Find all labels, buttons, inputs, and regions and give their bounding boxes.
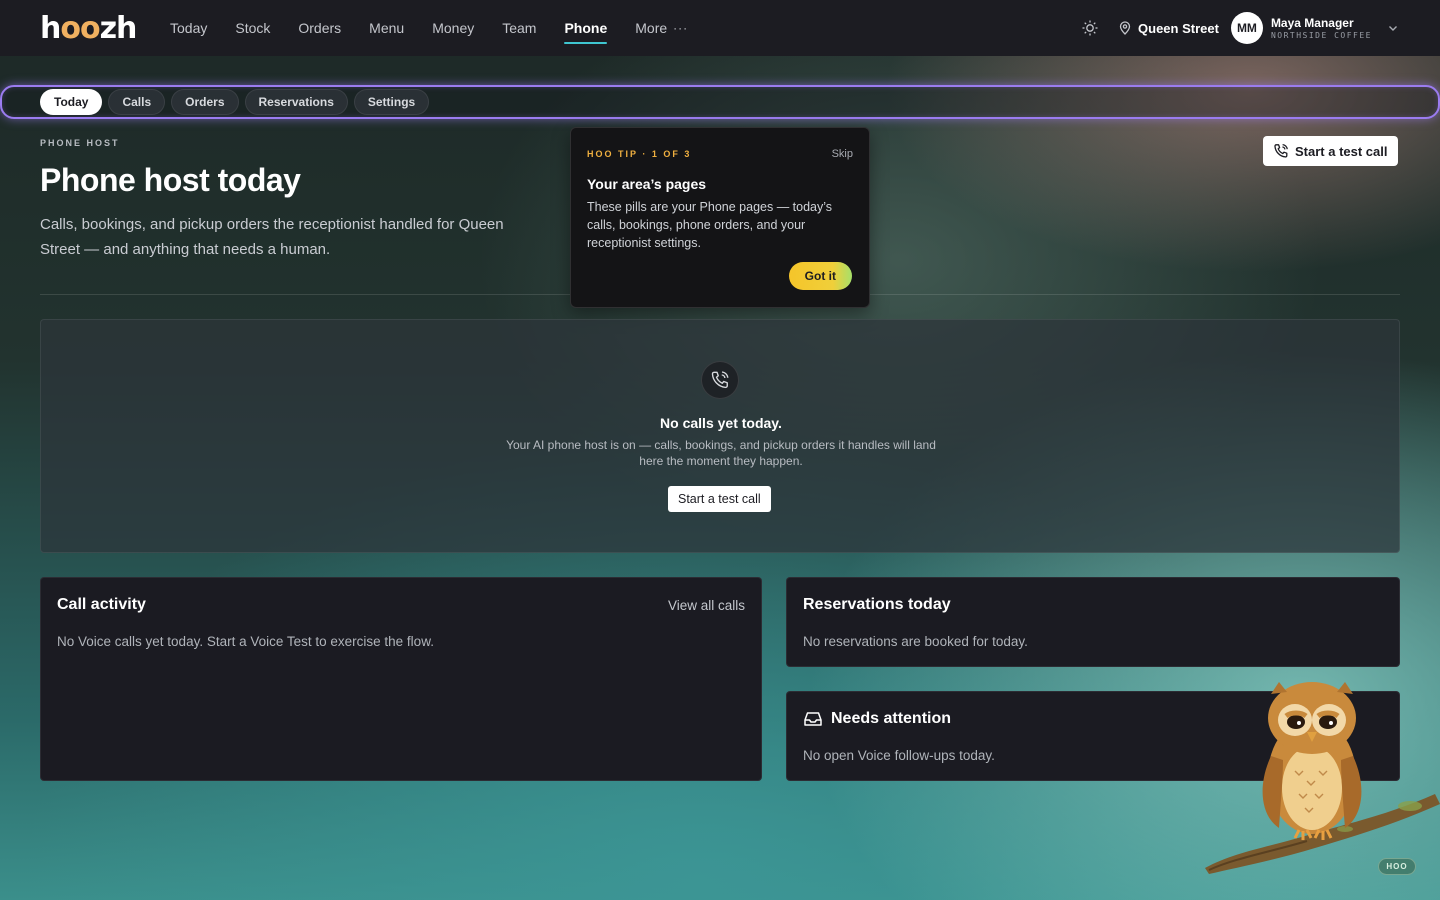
logo-zh: zh <box>99 10 138 46</box>
inbox-icon <box>803 710 823 728</box>
tip-got-it-button[interactable]: Got it <box>788 262 852 290</box>
nav-item-more[interactable]: More ··· <box>635 0 688 56</box>
start-test-call-label: Start a test call <box>1295 143 1388 159</box>
empty-calls-panel: No calls yet today. Your AI phone host i… <box>40 319 1400 553</box>
pill-orders[interactable]: Orders <box>171 89 239 115</box>
call-activity-title: Call activity <box>57 596 146 613</box>
nav-more-label: More <box>635 20 668 36</box>
sun-icon[interactable] <box>1080 18 1100 38</box>
view-all-calls-link[interactable]: View all calls <box>668 598 745 613</box>
tip-skip-button[interactable]: Skip <box>832 148 853 160</box>
location-label: Queen Street <box>1138 20 1219 36</box>
pill-settings[interactable]: Settings <box>353 89 430 115</box>
empty-start-test-call-button[interactable]: Start a test call <box>668 486 771 512</box>
reservations-today-title: Reservations today <box>803 596 951 613</box>
reservations-today-card: Reservations today No reservations are b… <box>786 577 1400 667</box>
empty-calls-description: Your AI phone host is on — calls, bookin… <box>506 438 936 468</box>
call-activity-card: Call activity View all calls No Voice ca… <box>40 577 762 781</box>
reservations-empty-text: No reservations are booked for today. <box>803 634 1028 649</box>
tip-title: Your area’s pages <box>587 176 707 192</box>
empty-calls-title: No calls yet today. <box>660 415 782 431</box>
nav-item-stock[interactable]: Stock <box>235 0 270 56</box>
user-org: NORTHSIDE COFFEE <box>1270 31 1372 40</box>
page-eyebrow: PHONE HOST <box>40 138 120 148</box>
start-test-call-button[interactable]: Start a test call <box>1263 136 1398 166</box>
hoo-mascot-badge[interactable]: HOO <box>1378 858 1416 875</box>
phone-subnav: Today Calls Orders Reservations Settings <box>0 85 1440 119</box>
location-selector[interactable]: Queen Street <box>1118 21 1219 36</box>
needs-attention-title: Needs attention <box>831 710 952 727</box>
avatar[interactable]: MM <box>1230 12 1263 44</box>
nav-item-today[interactable]: Today <box>170 0 207 56</box>
pill-calls[interactable]: Calls <box>108 89 166 115</box>
phone-call-icon <box>701 361 739 399</box>
user-info[interactable]: Maya Manager NORTHSIDE COFFEE <box>1271 16 1372 40</box>
hoo-tip-popover: HOO TIP · 1 OF 3 Skip Your area’s pages … <box>570 127 870 308</box>
nav-item-team[interactable]: Team <box>502 0 536 56</box>
nav-item-menu[interactable]: Menu <box>369 0 404 56</box>
nav-item-phone[interactable]: Phone <box>564 0 607 56</box>
logo-oo: oo <box>60 10 100 46</box>
page-title: Phone host today <box>40 162 301 198</box>
owl-mascot[interactable] <box>1195 676 1440 880</box>
logo-h: h <box>40 10 61 46</box>
tip-body: These pills are your Phone pages — today… <box>587 200 833 250</box>
phone-call-icon <box>1273 143 1289 159</box>
hoozh-logo[interactable]: h oo zh <box>40 11 170 46</box>
top-right-controls: Queen Street MM Maya Manager NORTHSIDE C… <box>1080 12 1400 44</box>
user-name: Maya Manager <box>1270 16 1354 30</box>
nav-item-orders[interactable]: Orders <box>298 0 341 56</box>
top-bar: h oo zh Today Stock Orders Menu Money Team… <box>0 0 1440 56</box>
more-dots-icon: ··· <box>673 21 689 35</box>
map-pin-icon <box>1118 21 1132 35</box>
main-nav: Today Stock Orders Menu Money Team Phone… <box>170 0 716 56</box>
nav-item-money[interactable]: Money <box>432 0 474 56</box>
chevron-down-icon[interactable] <box>1386 21 1400 35</box>
pill-today[interactable]: Today <box>40 89 103 115</box>
needs-attention-heading: Needs attention <box>803 710 951 728</box>
pill-reservations[interactable]: Reservations <box>244 89 348 115</box>
needs-attention-empty-text: No open Voice follow-ups today. <box>803 748 995 763</box>
page-description: Calls, bookings, and pickup orders the r… <box>40 216 504 258</box>
tip-eyebrow: HOO TIP · 1 OF 3 <box>587 149 692 159</box>
call-activity-empty-text: No Voice calls yet today. Start a Voice … <box>57 634 434 649</box>
